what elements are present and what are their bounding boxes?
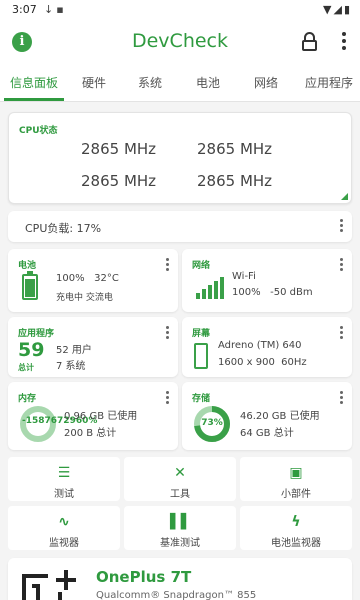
bolt-icon: ϟ — [291, 514, 301, 530]
cpu-status-title: CPU状态 — [19, 126, 58, 136]
network-values: 100% -50 dBm — [232, 287, 313, 298]
battery-card[interactable]: 电池 100% 32°C 充电中 交流电 — [8, 249, 178, 312]
cpu-load-card[interactable]: CPU负载: 17% — [8, 211, 352, 242]
battery-monitor-button[interactable]: ϟ 电池监视器 — [240, 506, 352, 550]
tools-button[interactable]: ✕ 工具 — [124, 457, 236, 501]
pulse-icon: ∿ — [58, 514, 70, 530]
tools-icon: ✕ — [174, 465, 186, 481]
status-right-icons: ▼◢▮ — [323, 3, 352, 16]
more-vert-icon[interactable] — [166, 258, 170, 272]
battery-status: 充电中 交流电 — [56, 293, 113, 303]
network-title: 网络 — [192, 261, 211, 271]
cpu-core-freq: 2865 MHz — [197, 172, 273, 190]
more-vert-icon[interactable] — [340, 258, 344, 272]
network-quality: 100% — [232, 287, 261, 298]
memory-total: 200 B 总计 — [64, 428, 117, 439]
device-soc: Qualcomm® Snapdragon™ 855 — [96, 590, 257, 600]
status-bar: 3:07 ↓▪ ▼◢▮ — [0, 0, 360, 20]
cpu-core-freq: 2865 MHz — [81, 140, 157, 158]
tab-indicator — [4, 98, 64, 101]
signal-bar — [196, 293, 200, 299]
network-card[interactable]: 网络 Wi-Fi 100% -50 dBm — [182, 249, 352, 312]
battery-level-icon — [22, 271, 38, 300]
tile-label: 工具 — [170, 489, 190, 500]
apps-system: 7 系统 — [56, 361, 86, 372]
more-vert-icon[interactable] — [340, 32, 348, 52]
screen-values: 1600 x 900 60Hz — [218, 357, 307, 368]
tile-label: 电池监视器 — [271, 538, 321, 549]
tile-label: 监视器 — [49, 538, 79, 549]
checklist-icon: ☰ — [57, 465, 71, 481]
app-bar: i DevCheck — [0, 20, 360, 64]
storage-title: 存储 — [192, 394, 211, 404]
apps-user: 52 用户 — [56, 345, 92, 356]
screen-gpu: Adreno (TM) 640 — [218, 340, 302, 351]
memory-title: 内存 — [18, 394, 37, 404]
screen-resolution: 1600 x 900 — [218, 357, 275, 368]
screen-card[interactable]: 屏幕 Adreno (TM) 640 1600 x 900 60Hz — [182, 317, 352, 377]
battery-temp: 32°C — [94, 273, 119, 284]
tab-system[interactable]: 系统 — [124, 64, 176, 102]
download-icon: ↓ — [44, 3, 57, 16]
cpu-core-freq: 2865 MHz — [81, 172, 157, 190]
tile-label: 测试 — [54, 489, 74, 500]
storage-total: 64 GB 总计 — [240, 428, 294, 439]
battery-title: 电池 — [18, 261, 37, 271]
apps-card[interactable]: 应用程序 59 总计 52 用户 7 系统 — [8, 317, 178, 377]
signal-bar — [220, 277, 224, 299]
tile-label: 小部件 — [281, 489, 311, 500]
tests-button[interactable]: ☰ 测试 — [8, 457, 120, 501]
device-name: OnePlus 7T — [96, 568, 192, 586]
apps-total: 59 — [18, 339, 45, 361]
widgets-button[interactable]: ▣ 小部件 — [240, 457, 352, 501]
wifi-signal-icon — [196, 277, 226, 299]
apps-title: 应用程序 — [18, 329, 55, 339]
network-type: Wi-Fi — [232, 271, 256, 282]
tab-apps[interactable]: 应用程序 — [298, 64, 360, 102]
lock-icon[interactable] — [300, 31, 320, 53]
memory-used: 0.96 GB 已使用 — [64, 411, 138, 422]
monitors-button[interactable]: ∿ 监视器 — [8, 506, 120, 550]
storage-used: 46.20 GB 已使用 — [240, 411, 320, 422]
signal-icon: ◢ — [333, 3, 344, 16]
more-vert-icon[interactable] — [340, 219, 344, 233]
benchmark-button[interactable]: ▌▌ 基准测试 — [124, 506, 236, 550]
cpu-status-card[interactable]: CPU状态 2865 MHz 2865 MHz 2865 MHz 2865 MH… — [8, 112, 352, 204]
status-time: 3:07 — [12, 3, 37, 16]
status-left-icons: ↓▪ — [44, 3, 67, 16]
signal-bar — [208, 285, 212, 299]
wifi-icon: ▼ — [323, 3, 334, 16]
cpu-load-text: CPU负载: 17% — [25, 222, 102, 235]
tab-battery[interactable]: 电池 — [182, 64, 234, 102]
more-vert-icon[interactable] — [340, 326, 344, 340]
more-vert-icon[interactable] — [166, 326, 170, 340]
cpu-corner-indicator — [341, 193, 348, 200]
cpu-core-freq: 2865 MHz — [197, 140, 273, 158]
oneplus-logo — [22, 570, 76, 600]
apps-total-label: 总计 — [18, 363, 34, 372]
tab-network[interactable]: 网络 — [240, 64, 292, 102]
widgets-icon: ▣ — [289, 465, 303, 481]
signal-bar — [214, 281, 218, 299]
device-card[interactable]: OnePlus 7T Qualcomm® Snapdragon™ 855 — [8, 558, 352, 600]
tab-hardware[interactable]: 硬件 — [68, 64, 120, 102]
battery-values: 100% 32°C — [56, 273, 119, 284]
tile-label: 基准测试 — [160, 538, 200, 549]
screen-title: 屏幕 — [192, 329, 211, 339]
screen-refresh: 60Hz — [281, 357, 307, 368]
bar-chart-icon: ▌▌ — [170, 514, 192, 530]
phone-icon — [194, 343, 208, 369]
storage-card[interactable]: 存储 73% 46.20 GB 已使用 64 GB 总计 — [182, 382, 352, 450]
sim-icon: ▪ — [56, 3, 67, 16]
battery-level: 100% — [56, 273, 85, 284]
network-dbm: -50 dBm — [270, 287, 313, 298]
battery-icon: ▮ — [343, 3, 352, 16]
more-vert-icon[interactable] — [340, 391, 344, 405]
tab-dashboard[interactable]: 信息面板 — [0, 64, 68, 102]
storage-percent: 73% — [201, 418, 223, 428]
tab-bar: 信息面板 硬件 系统 电池 网络 应用程序 — [0, 64, 360, 102]
more-vert-icon[interactable] — [166, 391, 170, 405]
memory-card[interactable]: 内存 -1587672960% 0.96 GB 已使用 200 B 总计 — [8, 382, 178, 450]
signal-bar — [202, 289, 206, 299]
